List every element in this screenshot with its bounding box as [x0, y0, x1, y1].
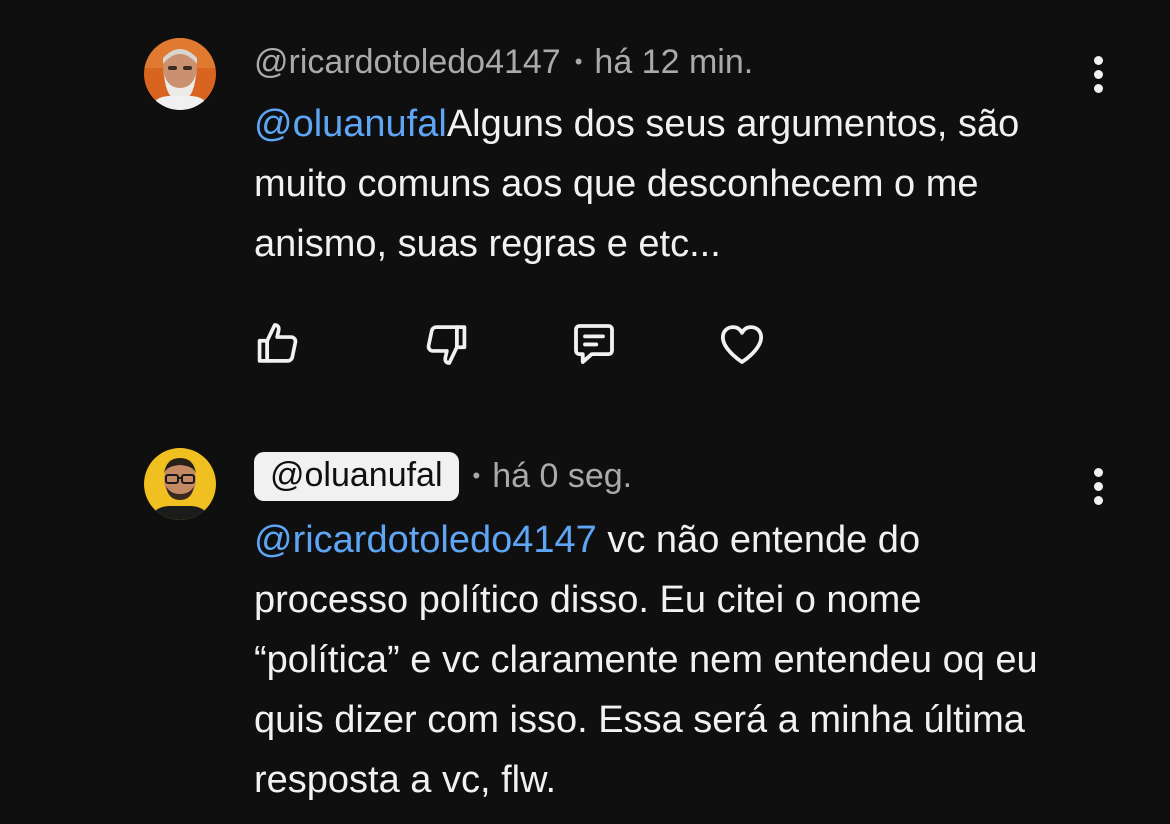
- heart-icon: [720, 325, 764, 364]
- more-vertical-icon-dot: [1093, 495, 1103, 505]
- comment-body: vc não entende do processo político diss…: [254, 519, 1038, 801]
- more-vertical-icon: [1093, 467, 1103, 477]
- meta-separator: •: [472, 463, 481, 488]
- more-options-button[interactable]: [1078, 462, 1118, 510]
- comment-meta: @ricardotoledo4147 • há 12 min.: [254, 42, 753, 82]
- like-icon: [257, 323, 298, 363]
- mention-link[interactable]: @ricardotoledo4147: [254, 519, 597, 561]
- author-avatar[interactable]: [144, 448, 216, 520]
- more-options-button[interactable]: [1078, 50, 1118, 98]
- more-vertical-icon-dot: [1093, 69, 1103, 79]
- author-avatar[interactable]: [144, 38, 216, 110]
- comment-text: @ricardotoledo4147 vc não entende do pro…: [254, 510, 1074, 810]
- like-button[interactable]: [250, 316, 306, 372]
- comment-text: @oluanufalAlguns dos seus argumentos, sã…: [254, 94, 1074, 274]
- author-name-highlighted[interactable]: @oluanufal: [254, 451, 459, 501]
- comment-meta: @oluanufal • há 0 seg.: [254, 450, 632, 502]
- avatar-image: [144, 38, 216, 110]
- heart-button[interactable]: [714, 316, 770, 372]
- more-vertical-icon-dot: [1093, 83, 1103, 93]
- reply-button[interactable]: [566, 316, 622, 372]
- dislike-icon: [426, 325, 467, 365]
- avatar-image: [144, 448, 216, 520]
- reply-icon: [574, 324, 614, 364]
- author-name[interactable]: @ricardotoledo4147: [254, 43, 561, 82]
- more-vertical-icon-dot: [1093, 481, 1103, 491]
- meta-separator: •: [574, 49, 583, 74]
- comment-timestamp[interactable]: há 12 min.: [594, 43, 753, 82]
- comment-timestamp[interactable]: há 0 seg.: [492, 457, 632, 496]
- dislike-button[interactable]: [418, 316, 474, 372]
- more-vertical-icon: [1093, 55, 1103, 65]
- mention-link[interactable]: @oluanufal: [254, 103, 447, 145]
